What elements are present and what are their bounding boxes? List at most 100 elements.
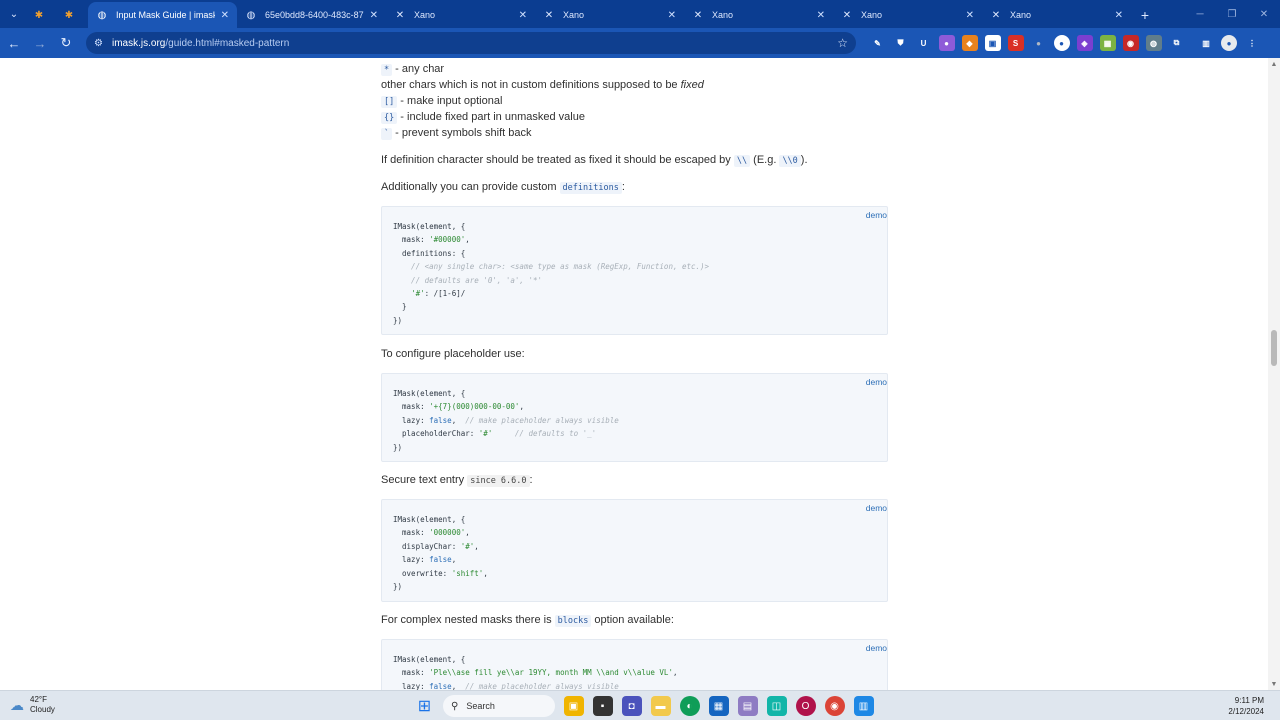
escape-paragraph: If definition character should be treate… bbox=[381, 154, 808, 167]
close-icon[interactable]: ✕ bbox=[1115, 10, 1123, 21]
code-text: overwrite: bbox=[393, 568, 452, 578]
minimize-icon[interactable]: ─ bbox=[1184, 9, 1216, 20]
code-text: displayChar: bbox=[393, 541, 461, 551]
paragraph-text: : bbox=[621, 181, 625, 193]
close-icon[interactable]: ✕ bbox=[668, 10, 676, 21]
code-keyword: false bbox=[429, 681, 452, 690]
widgets-icon[interactable]: ▣ bbox=[563, 696, 584, 716]
tab-title: Input Mask Guide | imaskjs bbox=[116, 10, 215, 20]
profile-avatar-icon[interactable]: ● bbox=[1221, 35, 1237, 51]
app-notes-icon[interactable]: ▥ bbox=[853, 696, 874, 716]
bullet-text: - include fixed part in unmasked value bbox=[397, 111, 585, 123]
tab-xano[interactable]: ✕ Xano ✕ bbox=[833, 2, 982, 28]
tab-title: Xano bbox=[712, 10, 734, 20]
code-string: '+{7}(000)000-00-00' bbox=[429, 402, 520, 412]
weather-widget[interactable]: ☁ 42°F Cloudy bbox=[10, 695, 55, 715]
code-text: IMask(element, { bbox=[393, 389, 466, 398]
back-arrow-icon[interactable]: ← bbox=[2, 31, 26, 55]
extension-color-icon[interactable]: ▦ bbox=[1099, 35, 1116, 51]
extension-screen-icon[interactable]: ▣ bbox=[984, 35, 1001, 51]
pinned-tab[interactable]: ✱ bbox=[58, 2, 88, 28]
address-bar[interactable]: ⚙ imask.js.org/guide.html#masked-pattern… bbox=[86, 32, 856, 54]
system-clock[interactable]: 9:11 PM 2/12/2024 bbox=[1228, 695, 1264, 717]
close-icon[interactable]: ✕ bbox=[221, 10, 229, 21]
tab-xano[interactable]: ✕ Xano ✕ bbox=[684, 2, 833, 28]
reload-icon[interactable]: ↻ bbox=[54, 31, 78, 55]
code-text: lazy: bbox=[393, 681, 430, 690]
pinned-tab[interactable]: ✱ bbox=[28, 2, 58, 28]
bullet-any-char: * - any char bbox=[381, 63, 445, 76]
chat-icon[interactable]: ◘ bbox=[621, 696, 642, 716]
code-comment: // <any single char>: <same type as mask… bbox=[393, 262, 710, 272]
clock-date: 2/12/2024 bbox=[1228, 707, 1264, 716]
tab-uuid[interactable]: ◍ 65e0bdd8-6400-483c-87bb- ✕ bbox=[237, 2, 386, 28]
demo-link[interactable]: demo bbox=[866, 503, 887, 513]
pen-icon[interactable]: ✎ bbox=[870, 35, 886, 51]
app-purple-icon[interactable]: ▤ bbox=[737, 696, 758, 716]
xano-icon: ✕ bbox=[395, 9, 405, 21]
code-string: '#' bbox=[411, 289, 425, 299]
extension-circle-icon[interactable]: ● bbox=[1053, 35, 1070, 51]
task-view-icon[interactable]: ▪ bbox=[592, 696, 613, 716]
close-icon[interactable]: ✕ bbox=[519, 10, 527, 21]
bullet-text: - any char bbox=[392, 63, 445, 75]
code-token: blocks bbox=[554, 615, 592, 627]
app-teal-icon[interactable]: ◫ bbox=[766, 696, 787, 716]
demo-link[interactable]: demo bbox=[866, 643, 887, 653]
taskbar-search[interactable]: ⚲ Search bbox=[443, 695, 555, 717]
paragraph-text: If definition character should be treate… bbox=[381, 154, 734, 166]
code-listing: IMask(element, { mask: '000000', display… bbox=[393, 513, 488, 593]
extension-red-icon[interactable]: ◉ bbox=[1122, 35, 1139, 51]
scroll-down-arrow-icon[interactable]: ▼ bbox=[1268, 678, 1280, 690]
sidebar-icon[interactable]: ▥ bbox=[1198, 35, 1214, 51]
new-tab-plus-icon[interactable]: + bbox=[1131, 2, 1159, 28]
tab-search-chevron-icon[interactable]: ⌄ bbox=[0, 0, 28, 28]
close-icon[interactable]: ✕ bbox=[966, 10, 974, 21]
code-listing: IMask(element, { mask: '+{7}(000)000-00-… bbox=[393, 387, 619, 454]
fixed-chars-line: other chars which is not in custom defin… bbox=[381, 79, 704, 91]
puzzle-icon[interactable]: ⧉ bbox=[1169, 35, 1185, 51]
forward-arrow-icon[interactable]: → bbox=[28, 31, 52, 55]
fox-icon[interactable]: ◆ bbox=[961, 35, 978, 51]
demo-link[interactable]: demo bbox=[866, 377, 887, 387]
extension-color-icon[interactable]: ● bbox=[938, 35, 955, 51]
tab-input-mask-guide[interactable]: ◍ Input Mask Guide | imaskjs ✕ bbox=[88, 2, 237, 28]
extension-gray-icon[interactable]: ◍ bbox=[1145, 35, 1162, 51]
bookmark-star-icon[interactable]: ☆ bbox=[837, 36, 848, 50]
xano-icon: ✕ bbox=[842, 9, 852, 21]
demo-link[interactable]: demo bbox=[866, 210, 887, 220]
tab-xano[interactable]: ✕ Xano ✕ bbox=[535, 2, 684, 28]
file-explorer-icon[interactable]: ▬ bbox=[650, 696, 671, 716]
code-comment: // make placeholder always visible bbox=[465, 681, 619, 690]
tab-xano[interactable]: ✕ Xano ✕ bbox=[386, 2, 535, 28]
bullet-include: {} - include fixed part in unmasked valu… bbox=[381, 111, 585, 124]
code-text: } bbox=[393, 302, 407, 312]
store-icon[interactable]: ▦ bbox=[708, 696, 729, 716]
code-text: , bbox=[519, 402, 524, 412]
shield-icon[interactable]: ⛊ bbox=[893, 35, 909, 51]
edge-icon[interactable]: ◐ bbox=[679, 696, 700, 716]
scrollbar-thumb[interactable] bbox=[1271, 330, 1277, 366]
windows-start-icon[interactable]: ⊞ bbox=[415, 696, 435, 716]
chrome-icon[interactable]: ◉ bbox=[824, 696, 845, 716]
definitions-paragraph: Additionally you can provide custom defi… bbox=[381, 181, 625, 194]
close-icon[interactable]: ✕ bbox=[370, 10, 378, 21]
code-keyword: false bbox=[429, 415, 452, 425]
opera-icon[interactable]: O bbox=[795, 696, 816, 716]
tab-xano[interactable]: ✕ Xano ✕ bbox=[982, 2, 1131, 28]
paragraph-text: To configure placeholder use: bbox=[381, 348, 525, 360]
close-window-icon[interactable]: ✕ bbox=[1248, 9, 1280, 20]
scroll-up-arrow-icon[interactable]: ▲ bbox=[1268, 58, 1280, 70]
extension-u-icon[interactable]: U bbox=[916, 35, 932, 51]
site-info-icon[interactable]: ⚙ bbox=[94, 38, 108, 49]
code-comment: // defaults to '_' bbox=[514, 429, 597, 439]
maximize-icon[interactable]: ❐ bbox=[1216, 9, 1248, 20]
extension-bulb-icon[interactable]: ● bbox=[1031, 35, 1047, 51]
page-scrollbar[interactable]: ▲ ▼ bbox=[1268, 58, 1280, 690]
close-icon[interactable]: ✕ bbox=[817, 10, 825, 21]
extension-s-icon[interactable]: S bbox=[1007, 35, 1024, 51]
extension-purple-icon[interactable]: ◈ bbox=[1076, 35, 1093, 51]
menu-kebab-icon[interactable]: ⋮ bbox=[1244, 35, 1260, 51]
app-icon: ✱ bbox=[64, 9, 74, 21]
code-text: IMask(element, { bbox=[393, 655, 466, 664]
